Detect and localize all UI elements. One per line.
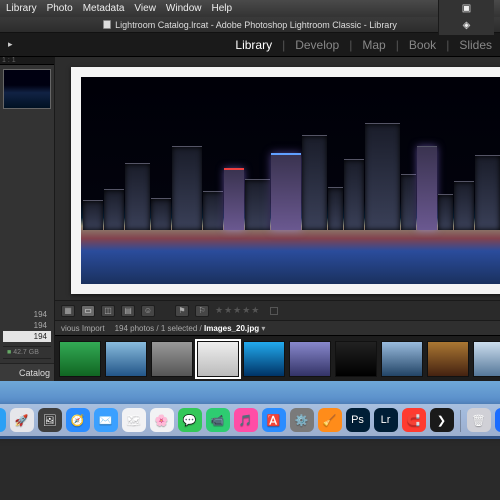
document-icon [103, 20, 111, 29]
dock-clean-icon[interactable]: 🧹 [318, 408, 342, 432]
mac-menubar: Library Photo Metadata View Window Help … [0, 0, 500, 17]
filmstrip-thumb[interactable] [289, 341, 331, 377]
source-label[interactable]: vious Import [61, 324, 105, 333]
module-library[interactable]: Library [235, 38, 272, 52]
photo-city-skyline-night [81, 77, 500, 284]
grid-view-button[interactable]: ▦ [61, 305, 75, 317]
dock-facetime-icon[interactable]: 📹 [206, 408, 230, 432]
storage-label: ■ 42.7 GB [3, 346, 51, 359]
selection-count: 194 photos / 1 selected / Images_20.jpg … [115, 324, 266, 333]
filmstrip-thumb[interactable] [197, 341, 239, 377]
module-map[interactable]: Map [362, 38, 385, 52]
dock-safari-icon[interactable]: 🧭 [66, 408, 90, 432]
dock-mail-icon[interactable]: ✉️ [94, 408, 118, 432]
loupe-toolbar: ▦ ▭ ◫ ▤ ☺ ⚑ ⚐ ★★★★★ Sort [55, 300, 500, 320]
loupe-viewer[interactable] [55, 57, 500, 300]
filmstrip-thumb[interactable] [473, 341, 500, 377]
dock-photos-icon[interactable]: 🌸 [150, 408, 174, 432]
photo-frame [71, 67, 500, 294]
dock-messages-icon[interactable]: 💬 [178, 408, 202, 432]
filmstrip-thumb[interactable] [243, 341, 285, 377]
menu-photo[interactable]: Photo [47, 3, 73, 14]
module-bar: ▸ Library | Develop | Map | Book | Slide… [0, 33, 500, 57]
navigator-zoom-label[interactable]: 1 : 1 [0, 57, 54, 65]
dock-trash-icon[interactable]: 🗑 [467, 408, 491, 432]
catalog-row-2[interactable]: 194 [3, 320, 51, 331]
menu-library[interactable]: Library [6, 3, 37, 14]
module-slideshow[interactable]: Slides [459, 38, 492, 52]
filmstrip-thumb[interactable] [151, 341, 193, 377]
dock-1password-icon[interactable]: ① [495, 408, 500, 432]
left-panel: 1 : 1 194 194 194 ■ 42.7 GB Catalog [0, 57, 55, 381]
module-book[interactable]: Book [409, 38, 436, 52]
dock-settings-icon[interactable]: ⚙️ [290, 408, 314, 432]
dock-magnet-icon[interactable]: 🧲 [402, 408, 426, 432]
dock-maps-icon[interactable]: 🗺 [122, 408, 146, 432]
compare-view-button[interactable]: ◫ [101, 305, 115, 317]
filmstrip-infobar: vious Import 194 photos / 1 selected / I… [55, 320, 500, 335]
survey-view-button[interactable]: ▤ [121, 305, 135, 317]
identity-plate-toggle-icon[interactable]: ▸ [8, 39, 13, 50]
window-titlebar: Lightroom Catalog.lrcat - Adobe Photosho… [0, 17, 500, 33]
dock-preview-icon[interactable]: 🖼 [38, 408, 62, 432]
module-develop[interactable]: Develop [295, 38, 339, 52]
filmstrip-thumb[interactable] [427, 341, 469, 377]
dock-ps-icon[interactable]: Ps [346, 408, 370, 432]
menu-help[interactable]: Help [212, 3, 233, 14]
workspace: 1 : 1 194 194 194 ■ 42.7 GB Catalog [0, 57, 500, 381]
people-view-button[interactable]: ☺ [141, 305, 155, 317]
dock-appstore-icon[interactable]: 🅰️ [262, 408, 286, 432]
catalog-header[interactable]: Catalog [0, 363, 54, 381]
center-area: ▦ ▭ ◫ ▤ ☺ ⚑ ⚐ ★★★★★ Sort vious Import 19… [55, 57, 500, 381]
filmstrip[interactable] [55, 335, 500, 381]
filmstrip-thumb[interactable] [335, 341, 377, 377]
catalog-row-1[interactable]: 194 [3, 309, 51, 320]
desktop-background: 😀🚀🖼🧭✉️🗺🌸💬📹🎵🅰️⚙️🧹PsLr🧲❯ 🗑① [0, 381, 500, 439]
rating-stars[interactable]: ★★★★★ [215, 305, 260, 316]
flag-pick-button[interactable]: ⚑ [175, 305, 189, 317]
menu-metadata[interactable]: Metadata [83, 3, 125, 14]
dock: 😀🚀🖼🧭✉️🗺🌸💬📹🎵🅰️⚙️🧹PsLr🧲❯ 🗑① [0, 404, 500, 436]
filmstrip-thumb[interactable] [381, 341, 423, 377]
dropbox-icon[interactable]: ◈ [461, 20, 473, 31]
menu-view[interactable]: View [134, 3, 156, 14]
dock-launchpad-icon[interactable]: 🚀 [10, 408, 34, 432]
menu-window[interactable]: Window [166, 3, 202, 14]
window-title: Lightroom Catalog.lrcat - Adobe Photosho… [115, 20, 397, 30]
filmstrip-thumb[interactable] [59, 341, 101, 377]
loupe-view-button[interactable]: ▭ [81, 305, 95, 317]
menubar-extra-icon[interactable]: ▣ [461, 3, 473, 14]
navigator-thumbnail[interactable] [3, 69, 51, 109]
dock-lr-icon[interactable]: Lr [374, 408, 398, 432]
catalog-row-selected[interactable]: 194 [3, 331, 51, 342]
filmstrip-thumb[interactable] [105, 341, 147, 377]
dock-itunes-icon[interactable]: 🎵 [234, 408, 258, 432]
dock-terminal-icon[interactable]: ❯ [430, 408, 454, 432]
flag-reject-button[interactable]: ⚐ [195, 305, 209, 317]
dock-finder-icon[interactable]: 😀 [0, 408, 6, 432]
dock-separator [460, 410, 461, 432]
color-label-button[interactable] [270, 307, 278, 315]
